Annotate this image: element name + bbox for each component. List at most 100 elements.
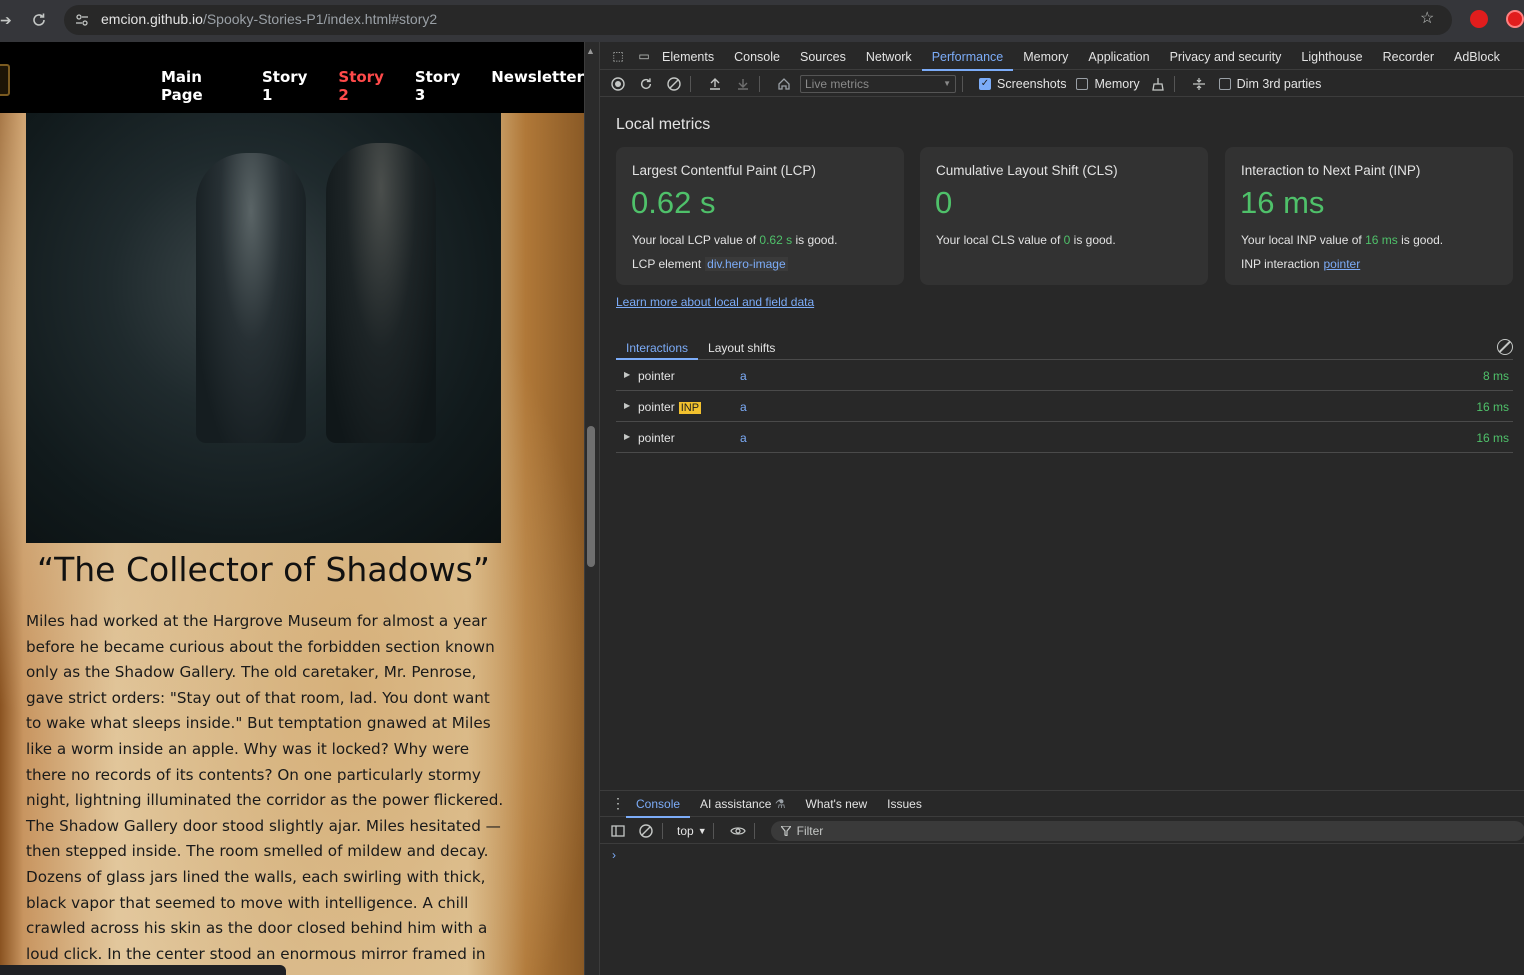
eye-icon bbox=[729, 826, 746, 835]
console-prompt-icon[interactable]: › bbox=[612, 848, 616, 862]
nav-link-story-2[interactable]: Story 2 bbox=[338, 68, 394, 104]
settings-split-button[interactable] bbox=[1189, 74, 1209, 94]
dim-3rd-parties-checkbox[interactable]: Dim 3rd parties bbox=[1218, 77, 1321, 91]
clear-button[interactable] bbox=[664, 74, 684, 94]
learn-more-link[interactable]: Learn more about local and field data bbox=[616, 295, 814, 309]
lcp-desc-value: 0.62 s bbox=[759, 233, 793, 247]
tab-console[interactable]: Console bbox=[724, 42, 790, 70]
lcp-element-link[interactable]: div.hero-image bbox=[705, 257, 788, 271]
browser-toolbar: ➔ emcion.github.io/Spooky-Stories-P1/ind… bbox=[0, 0, 1524, 42]
inp-interaction-label: INP interaction bbox=[1241, 257, 1320, 271]
cls-description: Your local CLS value of 0 is good. bbox=[936, 233, 1116, 247]
devtools-drawer: ⋮ Console AI assistance ⚗ What's new Iss… bbox=[600, 790, 1524, 975]
clear-icon bbox=[639, 823, 653, 838]
nav-link-story-3[interactable]: Story 3 bbox=[415, 68, 471, 104]
broom-icon bbox=[1151, 77, 1164, 91]
clear-interactions-icon[interactable] bbox=[1497, 339, 1513, 355]
screenshots-checkbox[interactable]: ✓ Screenshots bbox=[979, 77, 1066, 91]
checkbox-unchecked-icon bbox=[1218, 77, 1231, 90]
screenshots-label: Screenshots bbox=[997, 76, 1067, 91]
toolbar-divider bbox=[962, 75, 963, 92]
forward-arrow-icon[interactable]: ➔ bbox=[0, 12, 12, 28]
nav-link-main-page[interactable]: Main Page bbox=[161, 68, 242, 104]
interaction-duration: 8 ms bbox=[1482, 369, 1509, 383]
drawer-tab-whats-new[interactable]: What's new bbox=[796, 791, 878, 817]
filter-icon bbox=[780, 825, 791, 836]
inp-value: 16 ms bbox=[1240, 185, 1325, 220]
link-status-bar bbox=[0, 965, 286, 975]
context-label: top bbox=[677, 823, 694, 838]
tab-elements[interactable]: Elements bbox=[652, 42, 724, 70]
interaction-row[interactable]: ▶ pointer a 8 ms bbox=[616, 360, 1513, 391]
expand-triangle-icon[interactable]: ▶ bbox=[624, 370, 630, 379]
home-button[interactable] bbox=[774, 74, 794, 94]
interaction-element[interactable]: a bbox=[740, 369, 747, 383]
tab-sources[interactable]: Sources bbox=[790, 42, 856, 70]
subtab-layout-shifts[interactable]: Layout shifts bbox=[698, 336, 785, 359]
expand-triangle-icon[interactable]: ▶ bbox=[624, 401, 630, 410]
adblock-extension-icon[interactable] bbox=[1506, 10, 1524, 28]
reload-icon bbox=[640, 77, 652, 89]
reload-record-button[interactable] bbox=[636, 74, 656, 94]
download-button[interactable] bbox=[733, 74, 753, 94]
memory-checkbox[interactable]: Memory bbox=[1076, 76, 1140, 91]
inp-interaction-link[interactable]: pointer bbox=[1324, 257, 1361, 271]
garbage-collect-button[interactable] bbox=[1148, 74, 1168, 94]
memory-label: Memory bbox=[1094, 76, 1140, 91]
nav-link-story-1[interactable]: Story 1 bbox=[262, 68, 318, 104]
interaction-element[interactable]: a bbox=[740, 431, 747, 445]
tab-recorder[interactable]: Recorder bbox=[1373, 42, 1444, 70]
tab-lighthouse[interactable]: Lighthouse bbox=[1291, 42, 1372, 70]
sidebar-icon bbox=[611, 824, 625, 837]
subtab-interactions[interactable]: Interactions bbox=[616, 336, 699, 360]
clear-console-button[interactable] bbox=[636, 821, 656, 841]
interaction-element[interactable]: a bbox=[740, 400, 747, 414]
live-expression-button[interactable] bbox=[728, 821, 748, 841]
more-options-icon[interactable]: ⋮ bbox=[610, 795, 626, 812]
extension-icon[interactable] bbox=[1470, 10, 1488, 28]
interaction-row[interactable]: ▶ pointer a 16 ms bbox=[616, 422, 1513, 453]
live-metrics-select[interactable]: Live metrics bbox=[800, 74, 956, 93]
url-host: emcion.github.io bbox=[101, 11, 203, 27]
tab-memory[interactable]: Memory bbox=[1013, 42, 1078, 70]
interaction-type: pointer bbox=[638, 400, 675, 414]
context-selector[interactable]: top ▼ bbox=[677, 824, 707, 838]
tab-adblock[interactable]: AdBlock bbox=[1444, 42, 1510, 70]
interaction-row[interactable]: ▶ pointer INP a 16 ms bbox=[616, 391, 1513, 422]
lcp-card: Largest Contentful Paint (LCP) 0.62 s Yo… bbox=[616, 147, 904, 285]
tab-privacy-security[interactable]: Privacy and security bbox=[1160, 42, 1292, 70]
device-toolbar-icon[interactable]: ▭ bbox=[636, 48, 652, 64]
console-filter-input[interactable]: Filter bbox=[770, 820, 1524, 841]
download-icon bbox=[738, 78, 748, 90]
interaction-type: pointer bbox=[638, 431, 675, 445]
inspect-element-icon[interactable]: ⬚ bbox=[610, 48, 626, 64]
dropdown-caret-icon: ▼ bbox=[697, 825, 707, 836]
site-settings-icon[interactable] bbox=[74, 12, 90, 28]
tab-performance[interactable]: Performance bbox=[921, 42, 1014, 71]
toolbar-divider bbox=[1173, 75, 1175, 92]
devtools-tab-bar: ⬚ ▭ Elements Console Sources Network Per… bbox=[600, 42, 1524, 71]
drawer-tab-issues[interactable]: Issues bbox=[877, 791, 932, 817]
toolbar-divider bbox=[759, 75, 760, 92]
record-button[interactable] bbox=[608, 74, 628, 94]
drawer-tab-ai-assistance[interactable]: AI assistance ⚗ bbox=[690, 791, 795, 817]
sidebar-toggle-button[interactable] bbox=[608, 821, 628, 841]
cls-value: 0 bbox=[935, 185, 953, 220]
lcp-element-row: LCP element div.hero-image bbox=[632, 257, 788, 271]
site-nav-links: Main Page Story 1 Story 2 Story 3 Newsle… bbox=[161, 68, 584, 104]
upload-button[interactable] bbox=[705, 74, 725, 94]
inp-card: Interaction to Next Paint (INP) 16 ms Yo… bbox=[1225, 147, 1513, 285]
drawer-tab-console[interactable]: Console bbox=[626, 791, 691, 818]
nav-link-newsletter[interactable]: Newsletter bbox=[491, 68, 584, 104]
upload-icon bbox=[710, 77, 720, 90]
scroll-up-arrow-icon[interactable]: ▲ bbox=[586, 46, 595, 56]
interaction-duration: 16 ms bbox=[1476, 431, 1509, 445]
tab-network[interactable]: Network bbox=[856, 42, 922, 70]
reload-button[interactable] bbox=[28, 9, 50, 31]
site-logo[interactable] bbox=[0, 64, 10, 96]
page-scrollbar-thumb[interactable] bbox=[587, 426, 595, 567]
address-bar[interactable]: emcion.github.io/Spooky-Stories-P1/index… bbox=[64, 5, 1452, 35]
expand-triangle-icon[interactable]: ▶ bbox=[624, 432, 630, 441]
bookmark-star-icon[interactable]: ☆ bbox=[1420, 10, 1438, 28]
tab-application[interactable]: Application bbox=[1078, 42, 1159, 70]
